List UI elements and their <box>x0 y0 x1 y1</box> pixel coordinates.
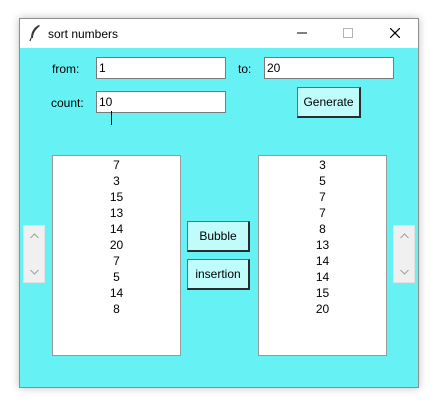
insertion-sort-button[interactable]: insertion <box>187 259 250 290</box>
sorted-listbox[interactable]: 3 5 7 7 8 13 14 14 15 20 <box>258 155 387 356</box>
list-item[interactable]: 14 <box>53 285 180 301</box>
unsorted-listbox[interactable]: 7 3 15 13 14 20 7 5 14 8 <box>52 155 181 356</box>
list-item[interactable]: 13 <box>259 237 386 253</box>
list-item[interactable]: 20 <box>53 237 180 253</box>
list-item[interactable]: 14 <box>259 253 386 269</box>
left-scrollbar[interactable] <box>23 225 45 283</box>
maximize-icon <box>343 28 353 38</box>
title-bar: sort numbers <box>20 19 418 48</box>
window-title: sort numbers <box>48 27 119 41</box>
list-item[interactable]: 7 <box>259 205 386 221</box>
list-item[interactable]: 13 <box>53 205 180 221</box>
list-item[interactable]: 5 <box>259 173 386 189</box>
text-caret <box>111 111 112 125</box>
list-item[interactable]: 15 <box>53 189 180 205</box>
count-label: count: <box>51 96 84 110</box>
minimize-button[interactable] <box>279 19 325 48</box>
list-item[interactable]: 15 <box>259 285 386 301</box>
to-input[interactable] <box>264 57 394 79</box>
app-window: sort numbers from: to: count: Generate 7… <box>19 18 419 388</box>
list-item[interactable]: 14 <box>53 221 180 237</box>
minimize-icon <box>297 32 307 34</box>
list-item[interactable]: 7 <box>259 189 386 205</box>
chevron-up-icon[interactable] <box>30 233 39 239</box>
list-item[interactable]: 8 <box>259 221 386 237</box>
to-label: to: <box>238 62 252 76</box>
maximize-button[interactable] <box>325 19 371 48</box>
list-item[interactable]: 20 <box>259 301 386 317</box>
bubble-sort-button[interactable]: Bubble <box>187 221 250 252</box>
list-item[interactable]: 3 <box>53 173 180 189</box>
list-item[interactable]: 8 <box>53 301 180 317</box>
close-button[interactable] <box>372 19 418 48</box>
list-item[interactable]: 5 <box>53 269 180 285</box>
main-panel: from: to: count: Generate 73151314207514… <box>20 48 418 387</box>
count-input[interactable] <box>96 91 226 113</box>
list-item[interactable]: 14 <box>259 269 386 285</box>
generate-button[interactable]: Generate <box>297 87 361 118</box>
chevron-up-icon[interactable] <box>400 233 409 239</box>
feather-icon <box>29 25 40 42</box>
list-item[interactable]: 7 <box>53 253 180 269</box>
chevron-down-icon[interactable] <box>400 269 409 275</box>
close-icon <box>390 28 400 38</box>
chevron-down-icon[interactable] <box>30 269 39 275</box>
right-scrollbar[interactable] <box>393 225 415 283</box>
from-label: from: <box>52 62 80 76</box>
list-item[interactable]: 7 <box>53 157 180 173</box>
from-input[interactable] <box>96 57 226 79</box>
list-item[interactable]: 3 <box>259 157 386 173</box>
